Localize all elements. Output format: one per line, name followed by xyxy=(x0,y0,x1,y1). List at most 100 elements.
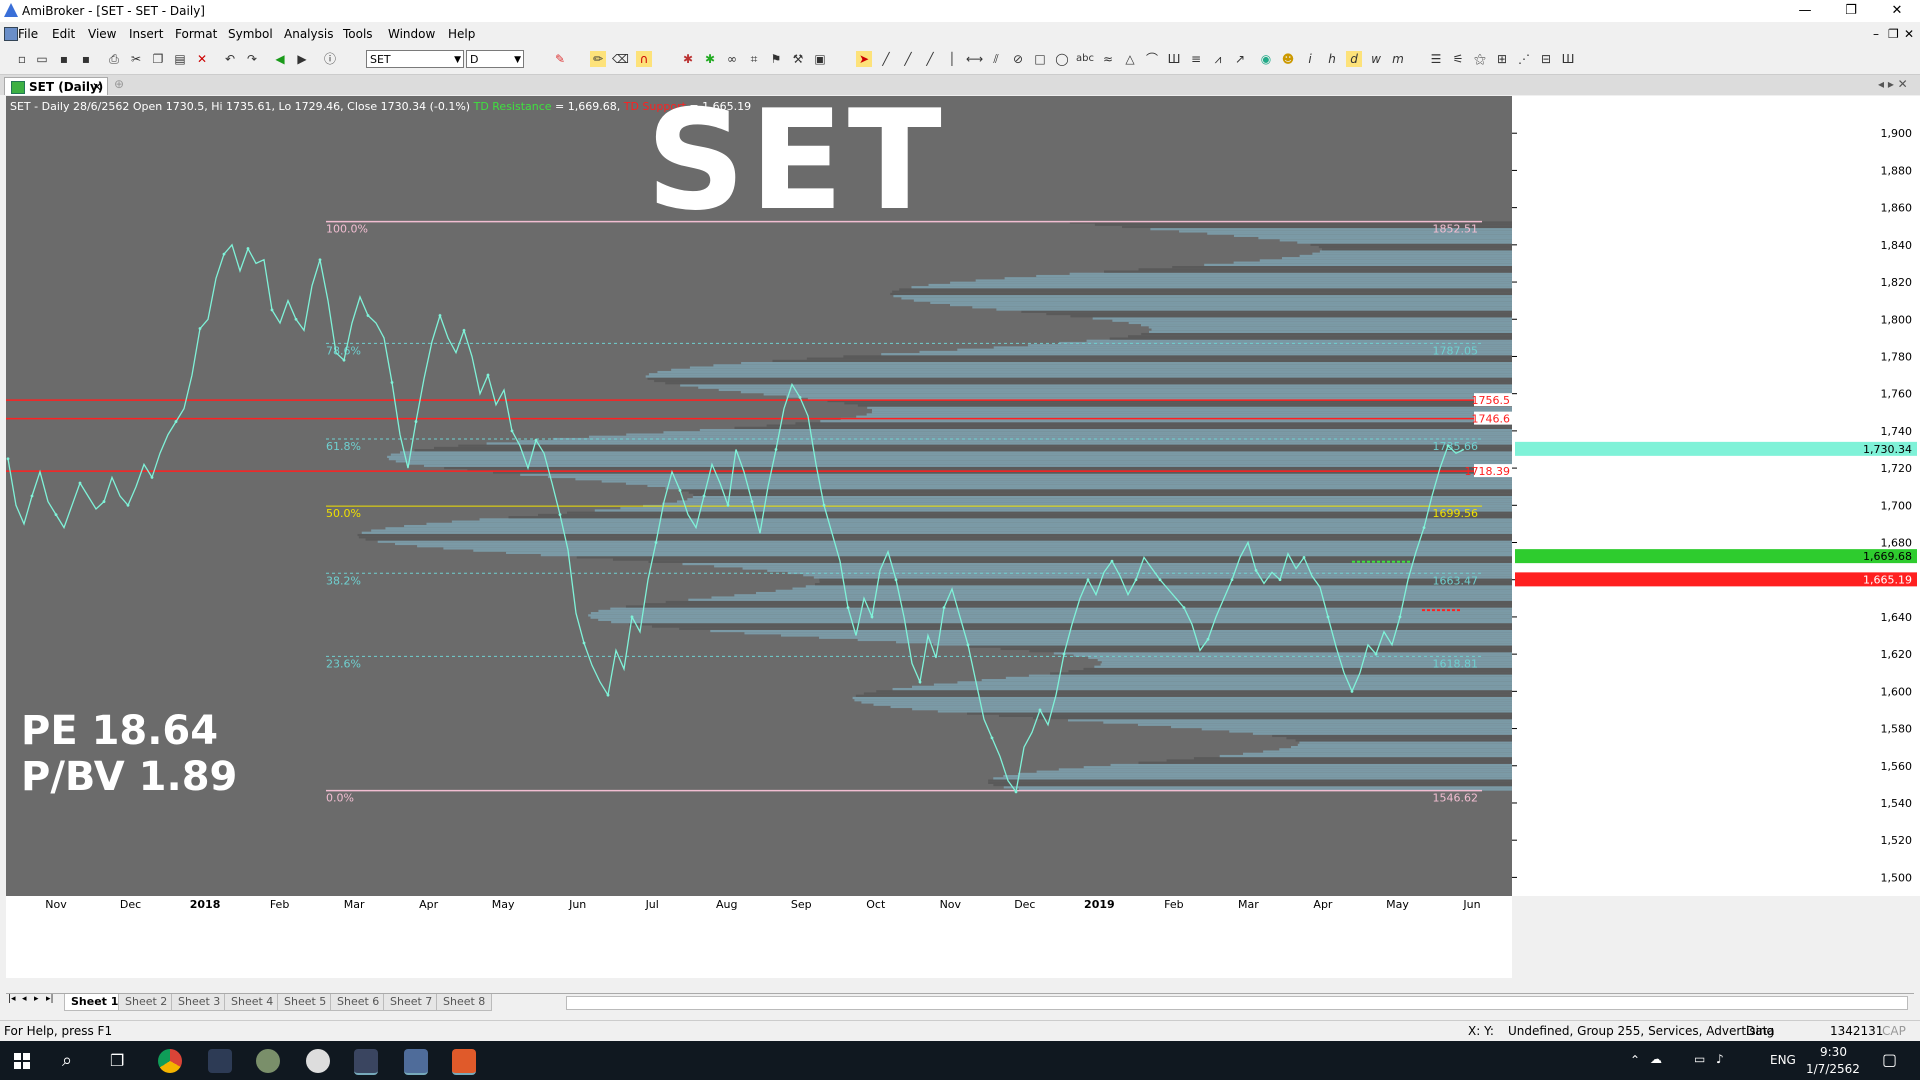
layout-1-icon[interactable]: ☰ xyxy=(1428,51,1444,67)
language-indicator[interactable]: ENG xyxy=(1770,1053,1796,1067)
tab-sheet-2[interactable]: Sheet 2 xyxy=(118,994,175,1011)
menu-view[interactable]: View xyxy=(88,27,116,41)
indicator-1-icon[interactable]: ✱ xyxy=(680,51,696,67)
line-tool-icon[interactable]: ╱ xyxy=(878,51,894,67)
copy-icon[interactable]: ❐ xyxy=(150,51,166,67)
tab-sheet-1[interactable]: Sheet 1 xyxy=(64,994,126,1011)
arrow-tool-icon[interactable]: ↗ xyxy=(1232,51,1248,67)
new-tab-icon[interactable]: ⊕ xyxy=(114,77,124,91)
save-all-icon[interactable]: ▪ xyxy=(78,51,94,67)
text-tool-icon[interactable]: abc xyxy=(1076,51,1094,67)
menu-symbol[interactable]: Symbol xyxy=(228,27,273,41)
tab-scroll-icon[interactable]: ◂ ▸ ✕ xyxy=(1878,77,1908,91)
tab-sheet-6[interactable]: Sheet 6 xyxy=(330,994,387,1011)
hourly-icon[interactable]: h xyxy=(1324,51,1340,67)
tab-sheet-4[interactable]: Sheet 4 xyxy=(224,994,281,1011)
maximize-button[interactable]: ❐ xyxy=(1828,0,1874,22)
tab-sheet-7[interactable]: Sheet 7 xyxy=(383,994,440,1011)
ellipse-icon[interactable]: ◯ xyxy=(1054,51,1070,67)
save-icon[interactable]: ▪ xyxy=(56,51,72,67)
chrome-icon[interactable] xyxy=(158,1049,182,1073)
tab-sheet-3[interactable]: Sheet 3 xyxy=(171,994,228,1011)
daily-icon[interactable]: d xyxy=(1346,51,1362,67)
volume-icon[interactable]: ♪ xyxy=(1716,1052,1724,1066)
layout-2-icon[interactable]: ⚟ xyxy=(1450,51,1466,67)
amibroker-taskbar-icon[interactable] xyxy=(354,1049,378,1075)
network-icon[interactable]: ▭ xyxy=(1694,1052,1705,1066)
zigzag-icon[interactable]: ≈ xyxy=(1100,51,1116,67)
rectangle-icon[interactable]: □ xyxy=(1032,51,1048,67)
select-arrow-icon[interactable]: ➤ xyxy=(856,51,872,67)
ray-tool-icon[interactable]: ╱ xyxy=(900,51,916,67)
smile-icon[interactable]: ☻ xyxy=(1280,51,1296,67)
layout-6-icon[interactable]: ⊟ xyxy=(1538,51,1554,67)
vertical-line-icon[interactable]: │ xyxy=(944,51,960,67)
close-tab-icon[interactable]: ✕ xyxy=(92,78,102,96)
tab-set-daily[interactable]: SET (Daily) ✕ xyxy=(4,77,108,95)
indicator-6-icon[interactable]: ⚒ xyxy=(790,51,806,67)
mdi-restore-button[interactable]: ❐ xyxy=(1888,27,1899,41)
cut-icon[interactable]: ✂ xyxy=(128,51,144,67)
menu-file[interactable]: File xyxy=(18,27,38,41)
search-icon[interactable]: ⌕ xyxy=(62,1050,72,1071)
indicator-5-icon[interactable]: ⚑ xyxy=(768,51,784,67)
tab-sheet-8[interactable]: Sheet 8 xyxy=(436,994,493,1011)
menu-insert[interactable]: Insert xyxy=(129,27,163,41)
menu-analysis[interactable]: Analysis xyxy=(284,27,333,41)
windows-start-icon[interactable] xyxy=(14,1053,30,1069)
app-globe-icon[interactable] xyxy=(256,1049,280,1073)
sheet-prev-button[interactable]: ◂ xyxy=(22,994,27,1004)
task-view-icon[interactable]: ❐ xyxy=(110,1051,124,1070)
menu-tools[interactable]: Tools xyxy=(343,27,373,41)
undo-icon[interactable]: ↶ xyxy=(222,51,238,67)
parallel-lines-icon[interactable]: ⫽ xyxy=(988,51,1004,67)
interval-combo[interactable]: D ▼ xyxy=(466,50,524,68)
monthly-icon[interactable]: m xyxy=(1390,51,1406,67)
redo-icon[interactable]: ↷ xyxy=(244,51,260,67)
sheet-first-button[interactable]: |◂ xyxy=(8,994,16,1004)
trend-icon[interactable]: ⩘ xyxy=(1210,51,1226,67)
notifications-icon[interactable]: ▢ xyxy=(1882,1050,1897,1069)
menu-edit[interactable]: Edit xyxy=(52,27,75,41)
close-button[interactable]: ✕ xyxy=(1874,0,1920,22)
fib-icon[interactable]: ≡ xyxy=(1188,51,1204,67)
color-pen-icon[interactable]: ✎ xyxy=(552,51,568,67)
indicator-4-icon[interactable]: ⌗ xyxy=(746,51,762,67)
app-fox-icon[interactable] xyxy=(208,1049,232,1073)
draw-pencil-icon[interactable]: ✏ xyxy=(590,51,606,67)
tab-sheet-5[interactable]: Sheet 5 xyxy=(277,994,334,1011)
cycles-icon[interactable]: Ш xyxy=(1166,51,1182,67)
layout-7-icon[interactable]: Ш xyxy=(1560,51,1576,67)
web-icon[interactable]: ◉ xyxy=(1258,51,1274,67)
layout-3-icon[interactable]: ⚝ xyxy=(1472,51,1488,67)
price-chart-panel[interactable]: 100.0% 1852.51 78.6% 1787.05 61.8% 1735.66 50.… xyxy=(6,80,1920,978)
indicator-3-icon[interactable]: ∞ xyxy=(724,51,740,67)
paste-icon[interactable]: ▤ xyxy=(172,51,188,67)
weekly-icon[interactable]: w xyxy=(1368,51,1384,67)
eraser-icon[interactable]: ⌫ xyxy=(612,51,629,67)
indicator-7-icon[interactable]: ▣ xyxy=(812,51,828,67)
clock-time[interactable]: 9:30 xyxy=(1820,1045,1847,1059)
sheet-last-button[interactable]: ▸| xyxy=(46,994,54,1004)
layout-5-icon[interactable]: ⋰ xyxy=(1516,51,1532,67)
menu-help[interactable]: Help xyxy=(448,27,475,41)
italic-i-icon[interactable]: i xyxy=(1302,51,1318,67)
delete-icon[interactable]: ✕ xyxy=(194,51,210,67)
mdi-minimize-button[interactable]: – xyxy=(1873,27,1879,41)
app-document-icon[interactable] xyxy=(452,1049,476,1075)
magnet-icon[interactable]: ∩ xyxy=(636,51,652,67)
symbol-combo[interactable]: SET ▼ xyxy=(366,50,464,68)
app-pin-icon[interactable] xyxy=(306,1049,330,1073)
forward-icon[interactable]: ▶ xyxy=(294,51,310,67)
indicator-2-icon[interactable]: ✱ xyxy=(702,51,718,67)
horizontal-scrollbar[interactable] xyxy=(566,996,1908,1010)
price-chart[interactable]: 100.0% 1852.51 78.6% 1787.05 61.8% 1735.66 50.… xyxy=(6,96,1920,978)
channel-icon[interactable]: ⊘ xyxy=(1010,51,1026,67)
ext-line-icon[interactable]: ╱ xyxy=(922,51,938,67)
layout-4-icon[interactable]: ⊞ xyxy=(1494,51,1510,67)
menu-window[interactable]: Window xyxy=(388,27,435,41)
clock-date[interactable]: 1/7/2562 xyxy=(1806,1062,1860,1076)
new-file-icon[interactable]: ▫ xyxy=(14,51,30,67)
horizontal-line-icon[interactable]: ⟷ xyxy=(966,51,983,67)
open-folder-icon[interactable]: ▭ xyxy=(34,51,50,67)
